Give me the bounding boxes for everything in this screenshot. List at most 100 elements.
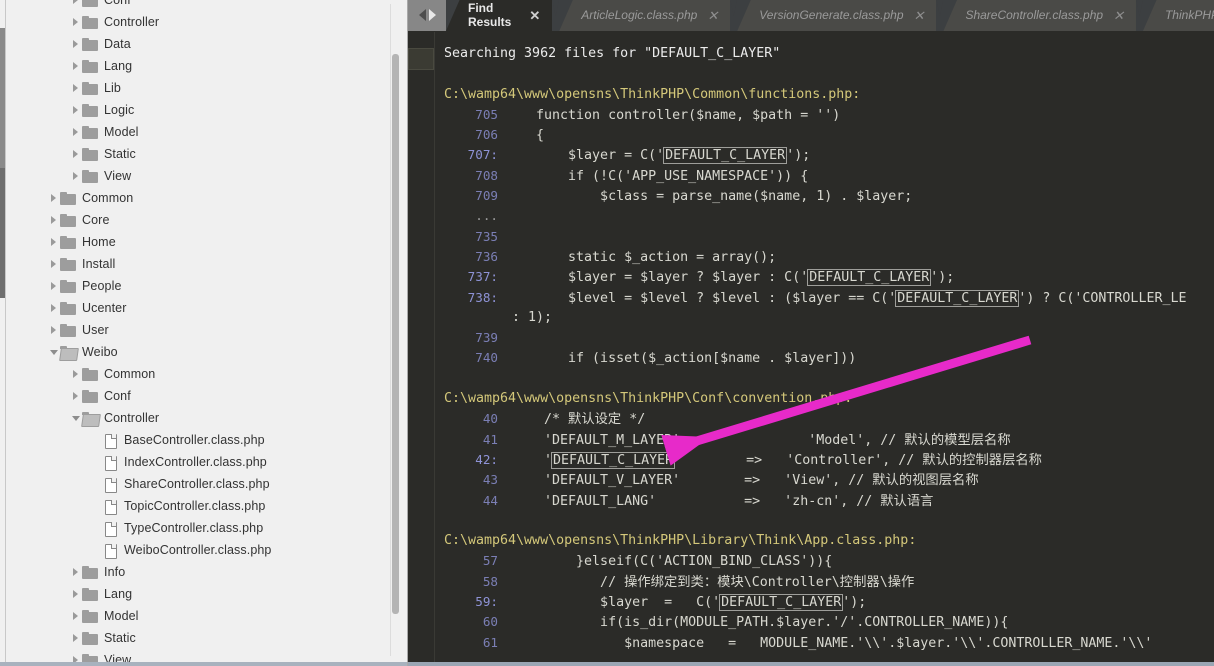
tab-close-icon[interactable]: ✕ (1113, 9, 1124, 22)
tab-nav-arrows[interactable] (408, 0, 446, 31)
tab-close-icon[interactable]: ✕ (529, 9, 540, 22)
tree-folder-item[interactable]: Controller (7, 11, 393, 33)
tree-folder-item[interactable]: Logic (7, 99, 393, 121)
project-tree[interactable]: Conf Controller Data Lang Lib Logic Model Stati… (7, 0, 393, 666)
tree-file-item[interactable]: IndexController.class.php (7, 451, 393, 473)
result-code-line[interactable]: 706 { (408, 125, 1214, 145)
sidebar-scrollbar-thumb[interactable] (392, 54, 399, 614)
result-code-line[interactable]: 708 if (!C('APP_USE_NAMESPACE')) { (408, 166, 1214, 186)
editor-tab[interactable]: ThinkPHP.php✕ (1142, 0, 1214, 31)
result-code-line[interactable]: 737: $layer = $layer ? $layer : C('DEFAU… (408, 267, 1214, 287)
chevron-right-icon[interactable] (69, 143, 82, 165)
result-code-line[interactable]: 40 /* 默认设定 */ (408, 409, 1214, 429)
chevron-right-icon[interactable] (69, 363, 82, 385)
result-code-line[interactable]: 43 'DEFAULT_V_LAYER' => 'View', // 默认的视图… (408, 470, 1214, 490)
tree-folder-item[interactable]: Lib (7, 77, 393, 99)
file-tree-sidebar[interactable]: Conf Controller Data Lang Lib Logic Model Stati… (0, 0, 408, 666)
tree-folder-item[interactable]: Static (7, 143, 393, 165)
find-results-content[interactable]: Searching 3962 files for "DEFAULT_C_LAYE… (408, 32, 1214, 666)
tree-folder-item[interactable]: Ucenter (7, 297, 393, 319)
result-file-path[interactable]: C:\wamp64\www\opensns\ThinkPHP\Library\T… (408, 531, 1214, 551)
result-code-line[interactable]: 59: $layer = C('DEFAULT_C_LAYER'); (408, 592, 1214, 612)
tree-folder-item[interactable]: Weibo (7, 341, 393, 363)
tree-file-item[interactable]: ShareController.class.php (7, 473, 393, 495)
chevron-right-icon[interactable] (69, 121, 82, 143)
chevron-right-icon[interactable] (47, 275, 60, 297)
chevron-right-icon[interactable] (47, 209, 60, 231)
chevron-right-icon[interactable] (69, 165, 82, 187)
tree-folder-item[interactable]: Conf (7, 0, 393, 11)
chevron-right-icon[interactable] (69, 77, 82, 99)
result-code-line[interactable]: 58 // 操作绑定到类：模块\Controller\控制器\操作 (408, 572, 1214, 592)
result-code-line[interactable]: 736 static $_action = array(); (408, 247, 1214, 267)
result-code-line[interactable]: 740 if (isset($_action[$name . $layer])) (408, 348, 1214, 368)
tree-folder-item[interactable]: Home (7, 231, 393, 253)
chevron-right-icon[interactable] (69, 55, 82, 77)
result-code-line[interactable]: 44 'DEFAULT_LANG' => 'zh-cn', // 默认语言 (408, 491, 1214, 511)
tree-file-item[interactable]: TypeController.class.php (7, 517, 393, 539)
result-code-line[interactable]: 738: $level = $level ? $level : ($layer … (408, 288, 1214, 308)
chevron-right-icon[interactable] (69, 99, 82, 121)
tab-strip[interactable]: Find Results ✕ ArticleLogic.class.php ✕ Vers… (446, 0, 1214, 31)
tree-folder-item[interactable]: Conf (7, 385, 393, 407)
tab-close-icon[interactable]: ✕ (707, 9, 718, 22)
tab-close-icon[interactable]: ✕ (914, 9, 925, 22)
tree-folder-item[interactable]: Lang (7, 583, 393, 605)
editor-tab[interactable]: VersionGenerate.class.php ✕ (737, 0, 937, 31)
result-file-path[interactable]: C:\wamp64\www\opensns\ThinkPHP\Conf\conv… (408, 389, 1214, 409)
chevron-down-icon[interactable] (69, 407, 82, 429)
chevron-down-icon[interactable] (47, 341, 60, 363)
result-code-line[interactable]: 61 $namespace = MODULE_NAME.'\\'.$layer.… (408, 633, 1214, 653)
chevron-right-icon[interactable] (69, 627, 82, 649)
tree-folder-item[interactable]: Common (7, 363, 393, 385)
chevron-right-icon[interactable] (69, 561, 82, 583)
result-file-path[interactable]: C:\wamp64\www\opensns\ThinkPHP\Common\fu… (408, 85, 1214, 105)
tree-folder-item[interactable]: Common (7, 187, 393, 209)
result-code-line[interactable]: : 1); (408, 308, 1214, 328)
chevron-right-icon[interactable] (47, 187, 60, 209)
chevron-right-icon[interactable] (69, 11, 82, 33)
result-code-line[interactable]: 735 (408, 227, 1214, 247)
tree-folder-item[interactable]: Static (7, 627, 393, 649)
tree-folder-item[interactable]: Controller (7, 407, 393, 429)
editor-tab[interactable]: ShareController.class.php ✕ (943, 0, 1136, 31)
chevron-right-icon[interactable] (47, 319, 60, 341)
tree-folder-item[interactable]: Lang (7, 55, 393, 77)
result-code-line[interactable]: 60 if(is_dir(MODULE_PATH.$layer.'/'.CONT… (408, 612, 1214, 632)
tree-folder-item[interactable]: Install (7, 253, 393, 275)
triangle-left-icon[interactable] (418, 9, 426, 21)
result-code-line[interactable]: 41 'DEFAULT_M_LAYER' 'Model', // 默认的模型层名… (408, 430, 1214, 450)
tree-file-item[interactable]: BaseController.class.php (7, 429, 393, 451)
tree-folder-item[interactable]: Data (7, 33, 393, 55)
result-code-line[interactable]: 709 $class = parse_name($name, 1) . $lay… (408, 186, 1214, 206)
result-code-line[interactable]: 42: 'DEFAULT_C_LAYER' => 'Controller', /… (408, 450, 1214, 470)
chevron-right-icon[interactable] (69, 385, 82, 407)
tree-folder-item[interactable]: Model (7, 121, 393, 143)
chevron-right-icon[interactable] (69, 583, 82, 605)
tree-folder-item[interactable]: Core (7, 209, 393, 231)
tree-folder-item[interactable]: Model (7, 605, 393, 627)
tree-folder-item[interactable]: People (7, 275, 393, 297)
chevron-right-icon[interactable] (69, 605, 82, 627)
result-code-line[interactable]: 707: $layer = C('DEFAULT_C_LAYER'); (408, 145, 1214, 165)
chevron-right-icon[interactable] (47, 297, 60, 319)
tree-file-item[interactable]: WeiboController.class.php (7, 539, 393, 561)
editor-tab[interactable]: Find Results ✕ (446, 0, 553, 31)
tree-folder-item[interactable]: User (7, 319, 393, 341)
chevron-right-icon[interactable] (69, 33, 82, 55)
triangle-right-icon[interactable] (428, 9, 436, 21)
result-code-line[interactable]: 57 }elseif(C('ACTION_BIND_CLASS')){ (408, 551, 1214, 571)
editor-tab-bar[interactable]: Find Results ✕ ArticleLogic.class.php ✕ Vers… (408, 0, 1214, 32)
chevron-right-icon[interactable] (47, 253, 60, 275)
sidebar-scrollbar[interactable] (390, 4, 399, 656)
result-code-line[interactable]: 739 (408, 328, 1214, 348)
result-code-line[interactable]: ... (408, 206, 1214, 226)
result-code-line[interactable]: 705 function controller($name, $path = '… (408, 105, 1214, 125)
editor-pane: Find Results ✕ ArticleLogic.class.php ✕ Vers… (408, 0, 1214, 666)
tree-file-item[interactable]: TopicController.class.php (7, 495, 393, 517)
chevron-right-icon[interactable] (69, 0, 82, 11)
chevron-right-icon[interactable] (47, 231, 60, 253)
tree-folder-item[interactable]: Info (7, 561, 393, 583)
editor-tab[interactable]: ArticleLogic.class.php ✕ (559, 0, 731, 31)
tree-folder-item[interactable]: View (7, 165, 393, 187)
